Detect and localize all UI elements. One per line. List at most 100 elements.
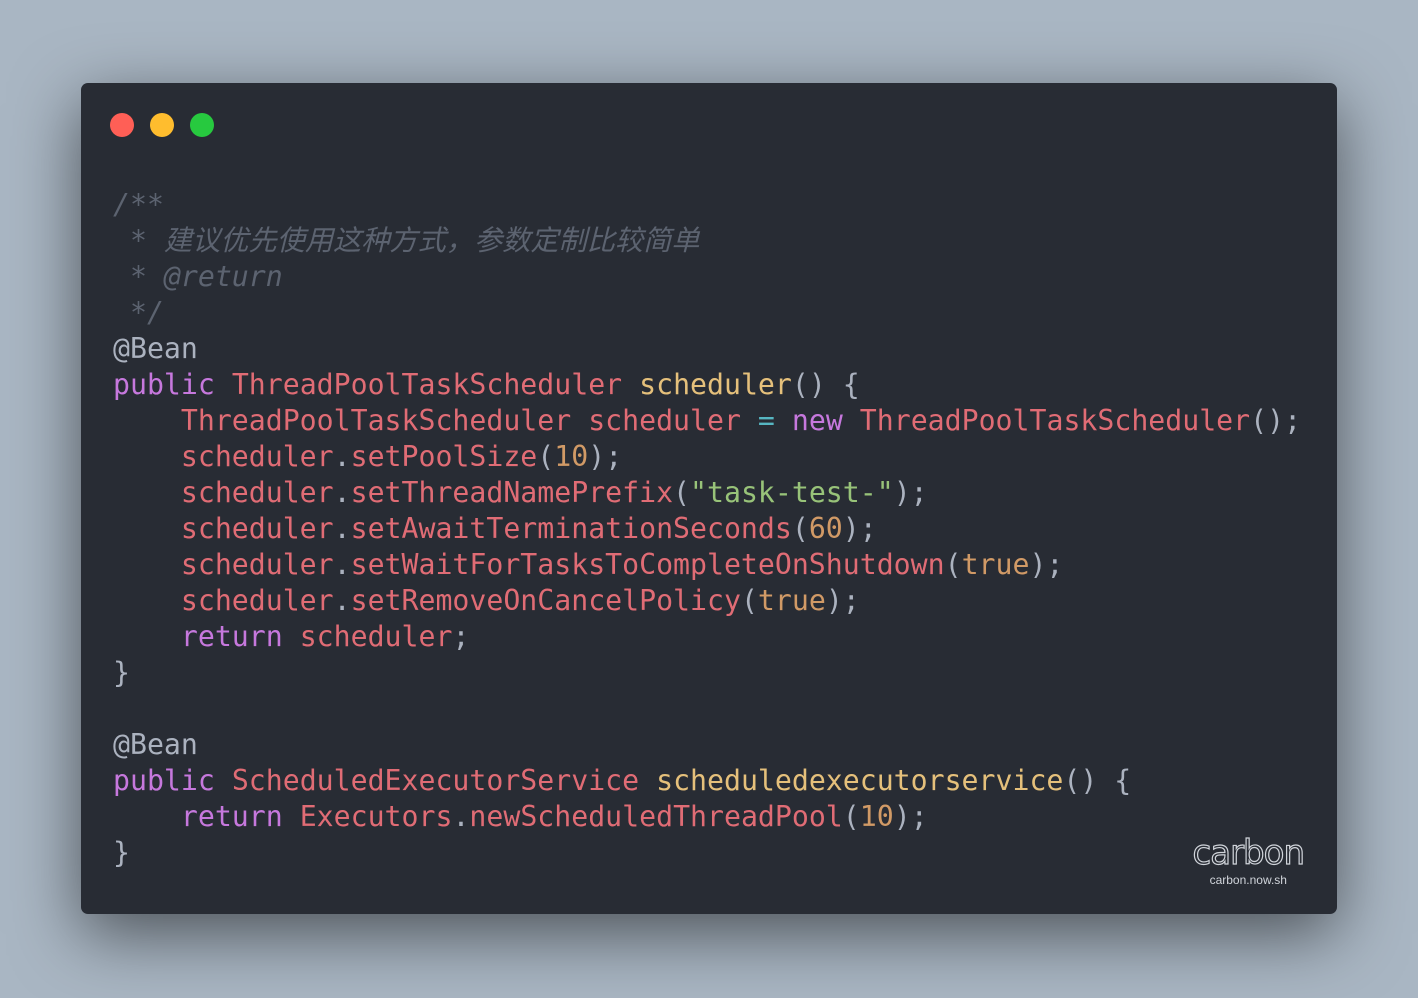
code-token-type: ScheduledExecutorService — [231, 764, 640, 797]
minimize-button[interactable] — [150, 113, 174, 137]
code-token-plain: () { — [1063, 764, 1132, 797]
carbon-logo: carbon — [1192, 833, 1306, 873]
zoom-button[interactable] — [190, 113, 214, 137]
code-token-plain: ); — [825, 584, 860, 617]
code-token-comment: * 建议优先使用这种方式，参数定制比较简单 — [113, 224, 700, 257]
close-button[interactable] — [110, 113, 134, 137]
code-token-string: "task-test-" — [690, 476, 894, 509]
code-token-plain: . — [333, 476, 351, 509]
code-token-type: scheduler — [180, 440, 334, 473]
code-token-plain: ( — [740, 584, 758, 617]
code-line: scheduler.setAwaitTerminationSeconds(60)… — [113, 511, 1301, 547]
code-token-type: ThreadPoolTaskScheduler — [859, 404, 1251, 437]
code-token-type: scheduler — [180, 476, 334, 509]
code-line: public ScheduledExecutorService schedule… — [113, 763, 1301, 799]
code-token-plain: @Bean — [113, 332, 198, 365]
code-line: return scheduler; — [113, 619, 1301, 655]
code-token-keyword: public — [113, 764, 215, 797]
code-line: @Bean — [113, 331, 1301, 367]
code-token-type: setPoolSize — [350, 440, 538, 473]
code-token-number: 60 — [808, 512, 843, 545]
code-token-plain: . — [333, 548, 351, 581]
code-token-plain: ); — [893, 476, 928, 509]
code-token-type: ThreadPoolTaskScheduler — [231, 368, 623, 401]
code-token-plain: ; — [452, 620, 470, 653]
code-token-plain: ); — [1029, 548, 1064, 581]
code-line: scheduler.setRemoveOnCancelPolicy(true); — [113, 583, 1301, 619]
code-token-plain: ); — [893, 800, 928, 833]
code-token-plain: } — [113, 836, 130, 869]
code-token-plain: . — [333, 584, 351, 617]
code-line: scheduler.setPoolSize(10); — [113, 439, 1301, 475]
code-token-comment: /** — [113, 188, 164, 221]
code-token-number: true — [961, 548, 1030, 581]
code-token-plain: ); — [842, 512, 877, 545]
code-token-plain: ( — [842, 800, 860, 833]
code-token-plain: ); — [588, 440, 623, 473]
code-block[interactable]: /** * 建议优先使用这种方式，参数定制比较简单 * @return */@B… — [113, 187, 1301, 871]
code-token-type: Executors — [299, 800, 453, 833]
code-token-plain: ( — [673, 476, 691, 509]
code-token-type: scheduler — [180, 548, 334, 581]
code-token-keyword: new — [791, 404, 843, 437]
code-token-number: true — [757, 584, 826, 617]
code-token-keyword: return — [180, 800, 283, 833]
code-token-function: scheduledexecutorservice — [656, 764, 1064, 797]
code-token-plain: ( — [791, 512, 809, 545]
code-line: ThreadPoolTaskScheduler scheduler = new … — [113, 403, 1301, 439]
code-line: * @return — [113, 259, 1301, 295]
code-token-type: setThreadNamePrefix — [350, 476, 674, 509]
code-token-comment: */ — [113, 296, 164, 329]
code-line: return Executors.newScheduledThreadPool(… — [113, 799, 1301, 835]
code-token-keyword: return — [180, 620, 283, 653]
code-token-type: scheduler — [180, 584, 334, 617]
code-line: public ThreadPoolTaskScheduler scheduler… — [113, 367, 1301, 403]
code-token-plain: @Bean — [113, 728, 198, 761]
code-line: scheduler.setThreadNamePrefix("task-test… — [113, 475, 1301, 511]
code-token-function: scheduler — [639, 368, 792, 401]
code-line: * 建议优先使用这种方式，参数定制比较简单 — [113, 223, 1301, 259]
code-line: } — [113, 835, 1301, 871]
carbon-watermark: carbon carbon.now.sh — [1192, 833, 1306, 886]
window-controls — [110, 113, 214, 137]
code-token-plain: } — [113, 656, 130, 689]
code-token-plain: . — [452, 800, 470, 833]
code-token-operator: = — [757, 404, 775, 437]
code-line: scheduler.setWaitForTasksToCompleteOnShu… — [113, 547, 1301, 583]
code-token-type: setRemoveOnCancelPolicy — [350, 584, 741, 617]
code-token-plain: . — [333, 512, 351, 545]
code-token-number: 10 — [859, 800, 894, 833]
code-token-type: scheduler — [588, 404, 741, 437]
code-line: /** — [113, 187, 1301, 223]
code-token-type: scheduler — [180, 512, 334, 545]
code-token-type: setWaitForTasksToCompleteOnShutdown — [350, 548, 945, 581]
code-token-keyword: public — [113, 368, 215, 401]
code-token-type: newScheduledThreadPool — [469, 800, 843, 833]
code-token-type: scheduler — [299, 620, 453, 653]
code-token-plain: . — [333, 440, 351, 473]
code-line: */ — [113, 295, 1301, 331]
code-token-plain: ( — [537, 440, 555, 473]
code-line: } — [113, 655, 1301, 691]
code-token-plain: ( — [944, 548, 962, 581]
code-token-type: ThreadPoolTaskScheduler — [180, 404, 572, 437]
code-line: @Bean — [113, 727, 1301, 763]
